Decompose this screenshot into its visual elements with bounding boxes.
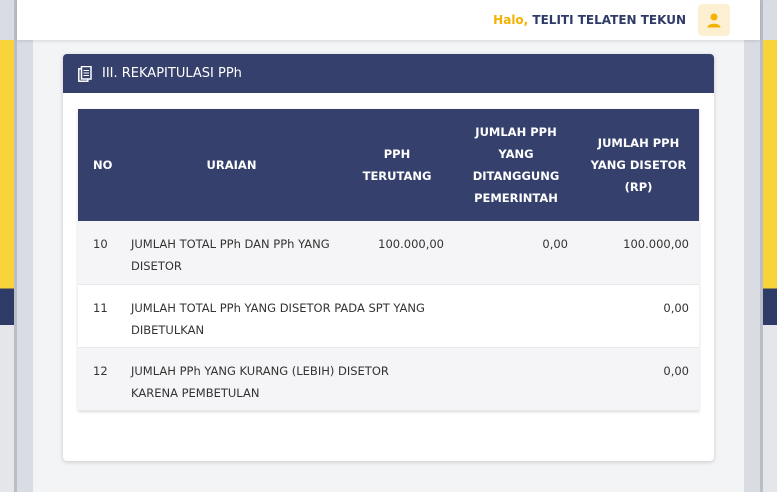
table-row: 12 JUMLAH PPh YANG KURANG (LEBIH) DISETO… [78, 347, 699, 410]
row-no: 10 [78, 221, 123, 284]
user-greeting: Halo, TELITI TELATEN TEKUN [493, 13, 686, 27]
col-header-uraian: URAIAN [123, 109, 340, 221]
row-no: 11 [78, 284, 123, 347]
section-title: III. REKAPITULASI PPh [102, 66, 242, 81]
table-row: 10 JUMLAH TOTAL PPh DAN PPh YANG DISETOR… [78, 221, 699, 284]
user-icon [707, 13, 721, 28]
row-uraian-text: JUMLAH TOTAL PPh YANG DISETOR PADA SPT Y… [131, 300, 425, 337]
col-header-pph-disetor: JUMLAH PPH YANG DISETOR (RP) [578, 109, 699, 221]
table-header-row: NO URAIAN PPH TERUTANG JUMLAH PPH YANG D… [78, 109, 699, 221]
col-header-pph-terutang: PPH TERUTANG [340, 109, 454, 221]
col-header-no: NO [78, 109, 123, 221]
window-border-right [760, 0, 763, 492]
row-uraian: JUMLAH PPh YANG KURANG (LEBIH) DISETOR K… [123, 347, 389, 410]
row-pph-ditanggung [454, 347, 578, 410]
greeting-text: Halo, [493, 13, 529, 27]
row-no: 12 [78, 347, 123, 410]
row-uraian: JUMLAH TOTAL PPh DAN PPh YANG DISETOR [123, 221, 340, 284]
row-pph-ditanggung [454, 284, 578, 347]
card-header: III. REKAPITULASI PPh [63, 54, 714, 93]
row-pph-ditanggung: 0,00 [454, 221, 578, 284]
rekap-table-wrapper: NO URAIAN PPH TERUTANG JUMLAH PPH YANG D… [78, 109, 699, 411]
main-content: III. REKAPITULASI PPh NO URAIAN PPH TERU… [33, 40, 744, 492]
row-pph-disetor: 0,00 [578, 284, 699, 347]
row-uraian: JUMLAH TOTAL PPh YANG DISETOR PADA SPT Y… [123, 284, 425, 347]
user-name[interactable]: TELITI TELATEN TEKUN [532, 13, 686, 27]
row-pph-terutang: 100.000,00 [340, 221, 454, 284]
top-navbar: Halo, TELITI TELATEN TEKUN [17, 0, 760, 40]
row-pph-disetor: 100.000,00 [578, 221, 699, 284]
row-uraian-text: JUMLAH PPh YANG KURANG (LEBIH) DISETOR K… [131, 363, 389, 400]
rekap-table: NO URAIAN PPH TERUTANG JUMLAH PPH YANG D… [78, 109, 699, 411]
avatar[interactable] [698, 4, 730, 36]
row-pph-disetor: 0,00 [578, 347, 699, 410]
window-border-left [14, 0, 17, 492]
rekapitulasi-card: III. REKAPITULASI PPh NO URAIAN PPH TERU… [63, 54, 714, 461]
table-row: 11 JUMLAH TOTAL PPh YANG DISETOR PADA SP… [78, 284, 699, 347]
col-header-pph-ditanggung: JUMLAH PPH YANG DITANGGUNG PEMERINTAH [454, 109, 578, 221]
document-copy-icon [78, 65, 92, 82]
background-banner-right [761, 40, 777, 492]
